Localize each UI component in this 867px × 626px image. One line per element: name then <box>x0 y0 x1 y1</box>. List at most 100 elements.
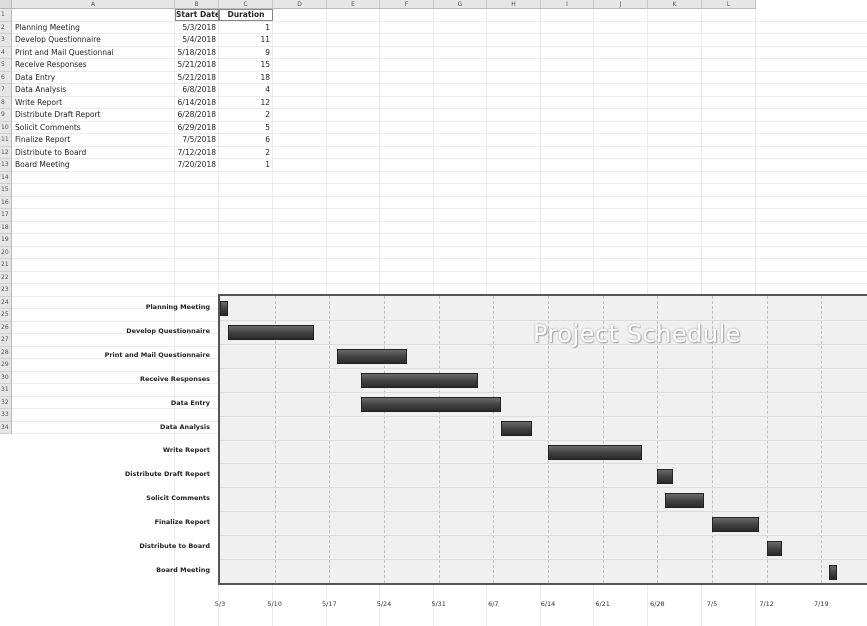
column-header-b[interactable]: B <box>175 0 219 9</box>
row-header-30[interactable]: 30 <box>0 371 12 384</box>
duration-cell[interactable]: 2 <box>219 109 270 121</box>
gantt-bar[interactable] <box>337 349 408 365</box>
row-header-9[interactable]: 9 <box>0 109 12 122</box>
row-header-18[interactable]: 18 <box>0 221 12 234</box>
duration-cell[interactable]: 4 <box>219 84 270 96</box>
task-name-cell[interactable]: Board Meeting <box>15 159 173 171</box>
row-header-24[interactable]: 24 <box>0 296 12 309</box>
start-date-cell[interactable]: 6/29/2018 <box>175 122 216 134</box>
column-header-i[interactable]: I <box>541 0 594 9</box>
task-name-cell[interactable]: Finalize Report <box>15 134 173 146</box>
row-header-10[interactable]: 10 <box>0 121 12 134</box>
row-header-11[interactable]: 11 <box>0 134 12 147</box>
row-header-25[interactable]: 25 <box>0 309 12 322</box>
start-date-cell[interactable]: 6/28/2018 <box>175 109 216 121</box>
start-date-cell[interactable]: 6/8/2018 <box>175 84 216 96</box>
start-date-cell[interactable]: 6/14/2018 <box>175 97 216 109</box>
duration-cell[interactable]: 5 <box>219 122 270 134</box>
row-header-7[interactable]: 7 <box>0 84 12 97</box>
row-header-21[interactable]: 21 <box>0 259 12 272</box>
row-header-32[interactable]: 32 <box>0 396 12 409</box>
task-name-cell[interactable]: Distribute Draft Report <box>15 109 173 121</box>
row-header-26[interactable]: 26 <box>0 321 12 334</box>
row-header-22[interactable]: 22 <box>0 271 12 284</box>
select-all-corner[interactable] <box>0 0 12 9</box>
start-date-cell[interactable]: 5/21/2018 <box>175 59 216 71</box>
duration-cell[interactable]: 1 <box>219 22 270 34</box>
task-name-cell[interactable]: Develop Questionnaire <box>15 34 173 46</box>
start-date-cell[interactable]: 7/5/2018 <box>175 134 216 146</box>
row-header-8[interactable]: 8 <box>0 96 12 109</box>
duration-cell[interactable]: 2 <box>219 147 270 159</box>
gantt-bar[interactable] <box>665 492 705 508</box>
row-header-17[interactable]: 17 <box>0 209 12 222</box>
column-header-a[interactable]: A <box>12 0 175 9</box>
chart-category-label: Board Meeting <box>156 566 210 575</box>
chart-category-label: Finalize Report <box>154 518 210 527</box>
task-name-cell[interactable]: Planning Meeting <box>15 22 173 34</box>
gantt-bar[interactable] <box>360 397 502 413</box>
duration-cell[interactable]: 18 <box>219 72 270 84</box>
column-header-l[interactable]: L <box>702 0 756 9</box>
gantt-bar[interactable] <box>501 421 533 437</box>
duration-cell[interactable]: 1 <box>219 159 270 171</box>
start-date-cell[interactable]: 7/12/2018 <box>175 147 216 159</box>
start-date-cell[interactable]: 5/3/2018 <box>175 22 216 34</box>
row-header-20[interactable]: 20 <box>0 246 12 259</box>
row-header-12[interactable]: 12 <box>0 146 12 159</box>
task-name-cell[interactable]: Write Report <box>15 97 173 109</box>
column-header-f[interactable]: F <box>380 0 434 9</box>
column-header-e[interactable]: E <box>327 0 380 9</box>
column-header-g[interactable]: G <box>434 0 487 9</box>
header-duration[interactable]: Duration <box>219 9 273 21</box>
row-header-19[interactable]: 19 <box>0 234 12 247</box>
row-header-3[interactable]: 3 <box>0 34 12 47</box>
row-header-28[interactable]: 28 <box>0 346 12 359</box>
duration-cell[interactable]: 9 <box>219 47 270 59</box>
gantt-bar[interactable] <box>657 468 673 484</box>
gantt-bar[interactable] <box>829 564 837 580</box>
column-header-j[interactable]: J <box>594 0 648 9</box>
gantt-bar[interactable] <box>227 325 314 341</box>
row-header-34[interactable]: 34 <box>0 421 12 434</box>
start-date-cell[interactable]: 5/18/2018 <box>175 47 216 59</box>
task-name-cell[interactable]: Print and Mail Questionnai <box>15 47 173 59</box>
gantt-bar[interactable] <box>220 301 228 317</box>
row-header-27[interactable]: 27 <box>0 334 12 347</box>
task-name-cell[interactable]: Data Entry <box>15 72 173 84</box>
task-name-cell[interactable]: Distribute to Board <box>15 147 173 159</box>
column-header-h[interactable]: H <box>487 0 541 9</box>
header-start-date[interactable]: Start Date <box>175 9 219 21</box>
task-name-cell[interactable]: Solicit Comments <box>15 122 173 134</box>
start-date-cell[interactable]: 5/4/2018 <box>175 34 216 46</box>
row-header-13[interactable]: 13 <box>0 159 12 172</box>
gantt-bar[interactable] <box>360 373 478 389</box>
start-date-cell[interactable]: 5/21/2018 <box>175 72 216 84</box>
start-date-cell[interactable]: 7/20/2018 <box>175 159 216 171</box>
gantt-bar[interactable] <box>548 444 642 460</box>
duration-cell[interactable]: 15 <box>219 59 270 71</box>
chart-category-label: Print and Mail Questionnaire <box>104 350 210 359</box>
row-header-15[interactable]: 15 <box>0 184 12 197</box>
column-header-d[interactable]: D <box>273 0 327 9</box>
row-header-16[interactable]: 16 <box>0 196 12 209</box>
duration-cell[interactable]: 11 <box>219 34 270 46</box>
row-header-33[interactable]: 33 <box>0 409 12 422</box>
duration-cell[interactable]: 12 <box>219 97 270 109</box>
row-header-6[interactable]: 6 <box>0 71 12 84</box>
row-header-31[interactable]: 31 <box>0 384 12 397</box>
column-header-c[interactable]: C <box>219 0 273 9</box>
row-header-5[interactable]: 5 <box>0 59 12 72</box>
row-header-1[interactable]: 1 <box>0 9 12 22</box>
row-header-23[interactable]: 23 <box>0 284 12 297</box>
task-name-cell[interactable]: Data Analysis <box>15 84 173 96</box>
duration-cell[interactable]: 6 <box>219 134 270 146</box>
task-name-cell[interactable]: Receive Responses <box>15 59 173 71</box>
row-header-14[interactable]: 14 <box>0 171 12 184</box>
row-header-2[interactable]: 2 <box>0 21 12 34</box>
column-header-k[interactable]: K <box>648 0 702 9</box>
gantt-bar[interactable] <box>766 540 783 556</box>
row-header-4[interactable]: 4 <box>0 46 12 59</box>
row-header-29[interactable]: 29 <box>0 359 12 372</box>
gantt-bar[interactable] <box>712 516 759 532</box>
